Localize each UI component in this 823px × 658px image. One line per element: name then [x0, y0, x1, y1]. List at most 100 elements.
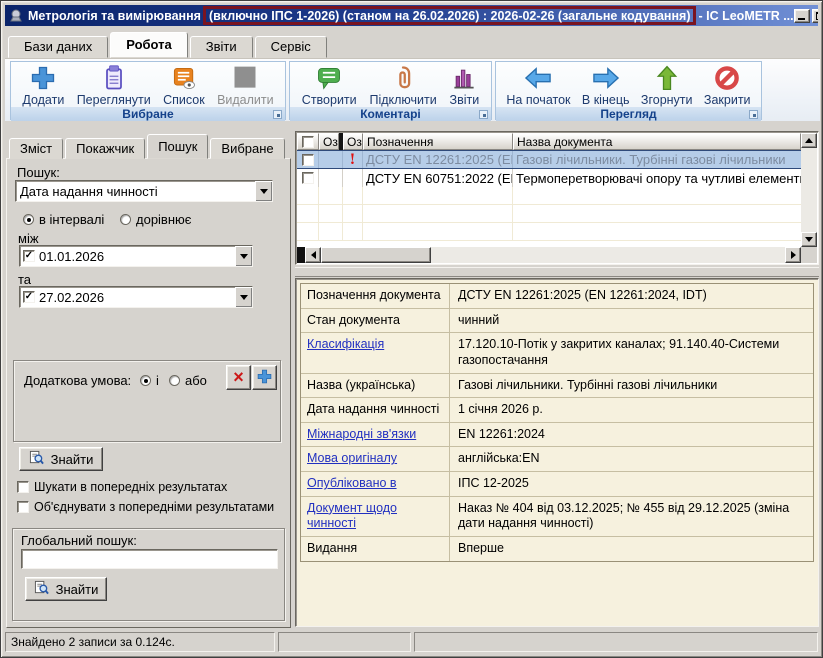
select-all-header[interactable]	[297, 133, 319, 150]
date-to-combo[interactable]: 27.02.2026	[19, 286, 253, 308]
column-header-name[interactable]: Назва документа	[513, 133, 801, 150]
scrollbar-corner	[801, 247, 817, 263]
arrow-right-icon	[591, 63, 621, 93]
date-from-combo[interactable]: 01.01.2026	[19, 245, 253, 267]
empty-row	[297, 223, 801, 241]
extra-and-radio[interactable]: і	[140, 373, 159, 388]
ribbon-group-comments: Створити Підключити Звіти Коментарі	[289, 61, 492, 120]
search-field-combo[interactable]: Дата надання чинності	[15, 180, 273, 202]
original-language-link[interactable]: Мова оригіналу	[301, 447, 450, 471]
sidebar-tab-favorites[interactable]: Вибране	[210, 138, 284, 159]
to-start-button[interactable]: На початок	[503, 63, 573, 107]
checkbox-checked-icon[interactable]	[23, 250, 35, 262]
detail-row: Позначення документа ДСТУ EN 12261:2025 …	[301, 284, 813, 308]
dialog-launcher-icon[interactable]	[273, 110, 282, 119]
search-panel: Пошук: Дата надання чинності в інтервалі…	[6, 158, 291, 628]
delete-button: Видалити	[214, 63, 277, 107]
row-checkbox[interactable]	[297, 151, 319, 168]
tab-work[interactable]: Робота	[110, 32, 188, 58]
to-end-button[interactable]: В кінець	[579, 63, 633, 107]
dialog-launcher-icon[interactable]	[749, 110, 758, 119]
detail-label: Назва (українська)	[301, 374, 450, 398]
radio-off-icon	[120, 214, 131, 225]
ribbon-group-favorites: Додати Переглянути Список	[10, 61, 286, 120]
attach-button-label: Підключити	[369, 93, 436, 107]
add-button[interactable]: Додати	[19, 63, 67, 107]
published-in-link[interactable]: Опубліковано в	[301, 472, 450, 496]
between-label: між	[18, 231, 39, 246]
detail-row: Дата надання чинності 1 січня 2026 р.	[301, 397, 813, 422]
designation-cell: ДСТУ EN 60751:2022 (EN	[363, 169, 513, 187]
view-button[interactable]: Переглянути	[74, 63, 154, 107]
chevron-down-icon[interactable]	[255, 181, 272, 201]
comment-icon	[315, 63, 343, 93]
close-view-button-label: Закрити	[704, 93, 751, 107]
name-cell: Термоперетворювачі опору та чутливі елем…	[513, 169, 801, 187]
prev-results-label: Шукати в попередніх результатах	[34, 480, 227, 494]
table-row[interactable]: ! ДСТУ EN 12261:2025 (EN Газові лічильни…	[297, 150, 801, 169]
equals-radio[interactable]: дорівнює	[120, 212, 191, 227]
validity-document-link[interactable]: Документ щодо чинності	[301, 497, 450, 536]
maximize-button[interactable]	[812, 9, 818, 23]
interval-radio-label: в інтервалі	[39, 212, 104, 227]
detail-value: англійська:EN	[450, 447, 813, 471]
checkbox-checked-icon[interactable]	[23, 291, 35, 303]
global-search-input[interactable]	[21, 549, 278, 569]
scroll-right-icon[interactable]	[785, 247, 801, 263]
column-header-designation[interactable]: Позначення	[363, 133, 513, 150]
empty-row	[297, 187, 801, 205]
details-table: Позначення документа ДСТУ EN 12261:2025 …	[300, 283, 814, 562]
add-condition-button[interactable]	[252, 365, 277, 390]
scrollbar-thumb[interactable]	[321, 247, 431, 263]
merge-results-checkbox[interactable]: Об'єднувати з попередніми результатами	[17, 500, 274, 514]
tab-databases[interactable]: Бази даних	[8, 36, 108, 58]
row-checkbox[interactable]	[297, 169, 319, 187]
attach-button[interactable]: Підключити	[366, 63, 439, 107]
sidebar-tab-search[interactable]: Пошук	[147, 134, 208, 159]
sidebar-tab-index[interactable]: Покажчик	[65, 138, 145, 159]
global-find-button[interactable]: Знайти	[25, 577, 107, 601]
prev-results-checkbox[interactable]: Шукати в попередніх результатах	[17, 480, 227, 494]
scroll-down-icon[interactable]	[801, 232, 817, 247]
ribbon-group-caption: Перегляд	[496, 107, 761, 121]
scroll-left-icon[interactable]	[305, 247, 321, 263]
minimize-button[interactable]	[794, 9, 810, 23]
tab-reports[interactable]: Звіти	[190, 36, 253, 58]
chevron-down-icon[interactable]	[235, 246, 252, 266]
status-pane	[414, 632, 818, 652]
chevron-down-icon[interactable]	[235, 287, 252, 307]
detail-value: EN 12261:2024	[450, 423, 813, 447]
checkbox-empty-icon	[17, 501, 29, 513]
and-label: та	[18, 272, 31, 287]
reports-button[interactable]: Звіти	[447, 63, 483, 107]
create-comment-button-label: Створити	[302, 93, 357, 107]
window-controls: ×	[794, 9, 818, 23]
table-row[interactable]: ДСТУ EN 60751:2022 (EN Термоперетворювач…	[297, 169, 801, 187]
list-button[interactable]: Список	[160, 63, 208, 107]
detail-row: Класифікація 17.120.10-Потік у закритих …	[301, 332, 813, 372]
vertical-scrollbar[interactable]	[801, 133, 817, 247]
tab-service[interactable]: Сервіс	[255, 36, 327, 58]
find-button[interactable]: Знайти	[19, 447, 103, 471]
dialog-launcher-icon[interactable]	[479, 110, 488, 119]
column-header-oz[interactable]: Оз	[343, 133, 363, 150]
international-links-link[interactable]: Міжнародні зв'язки	[301, 423, 450, 447]
create-comment-button[interactable]: Створити	[299, 63, 360, 107]
status-message: Знайдено 2 записи за 0.124с.	[5, 632, 275, 652]
detail-label: Видання	[301, 537, 450, 561]
column-header-ozn[interactable]: Озн	[319, 133, 339, 150]
collapse-button[interactable]: Згорнути	[638, 63, 696, 107]
ozn-cell	[319, 169, 343, 187]
checkbox-empty-icon	[302, 172, 314, 184]
panel-splitter[interactable]	[295, 267, 819, 277]
classification-link[interactable]: Класифікація	[301, 333, 450, 372]
paperclip-icon	[389, 63, 417, 93]
close-view-button[interactable]: Закрити	[701, 63, 754, 107]
sidebar-tab-contents[interactable]: Зміст	[9, 138, 63, 159]
clear-condition-button[interactable]: ×	[226, 365, 251, 390]
scroll-up-icon[interactable]	[801, 133, 817, 148]
extra-or-radio[interactable]: або	[169, 373, 207, 388]
horizontal-scrollbar[interactable]	[297, 247, 801, 263]
detail-value: чинний	[450, 309, 813, 333]
interval-radio[interactable]: в інтервалі	[23, 212, 104, 227]
